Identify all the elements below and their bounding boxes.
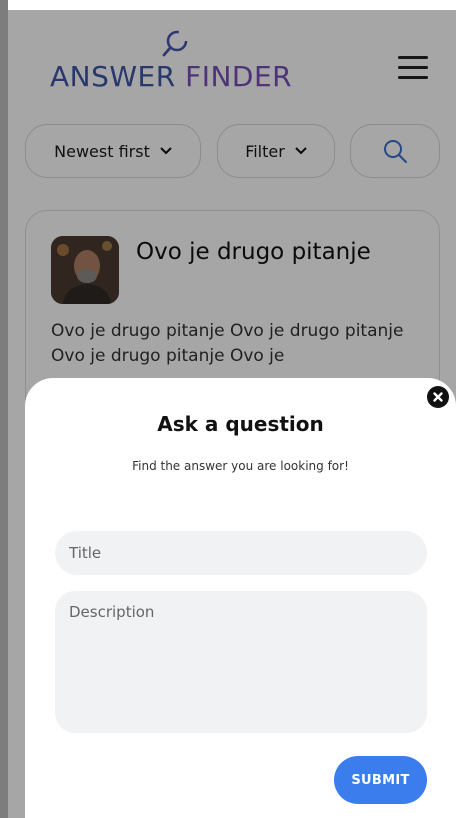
description-input[interactable] (55, 591, 427, 733)
page-edge (0, 0, 8, 818)
ask-question-modal: Ask a question Find the answer you are l… (25, 378, 456, 818)
modal-title: Ask a question (157, 412, 324, 436)
title-input[interactable] (55, 531, 427, 575)
close-icon[interactable] (427, 386, 449, 408)
modal-subtitle: Find the answer you are looking for! (132, 459, 349, 473)
submit-button[interactable]: SUBMIT (334, 756, 427, 804)
close-x-glyph (433, 392, 443, 402)
